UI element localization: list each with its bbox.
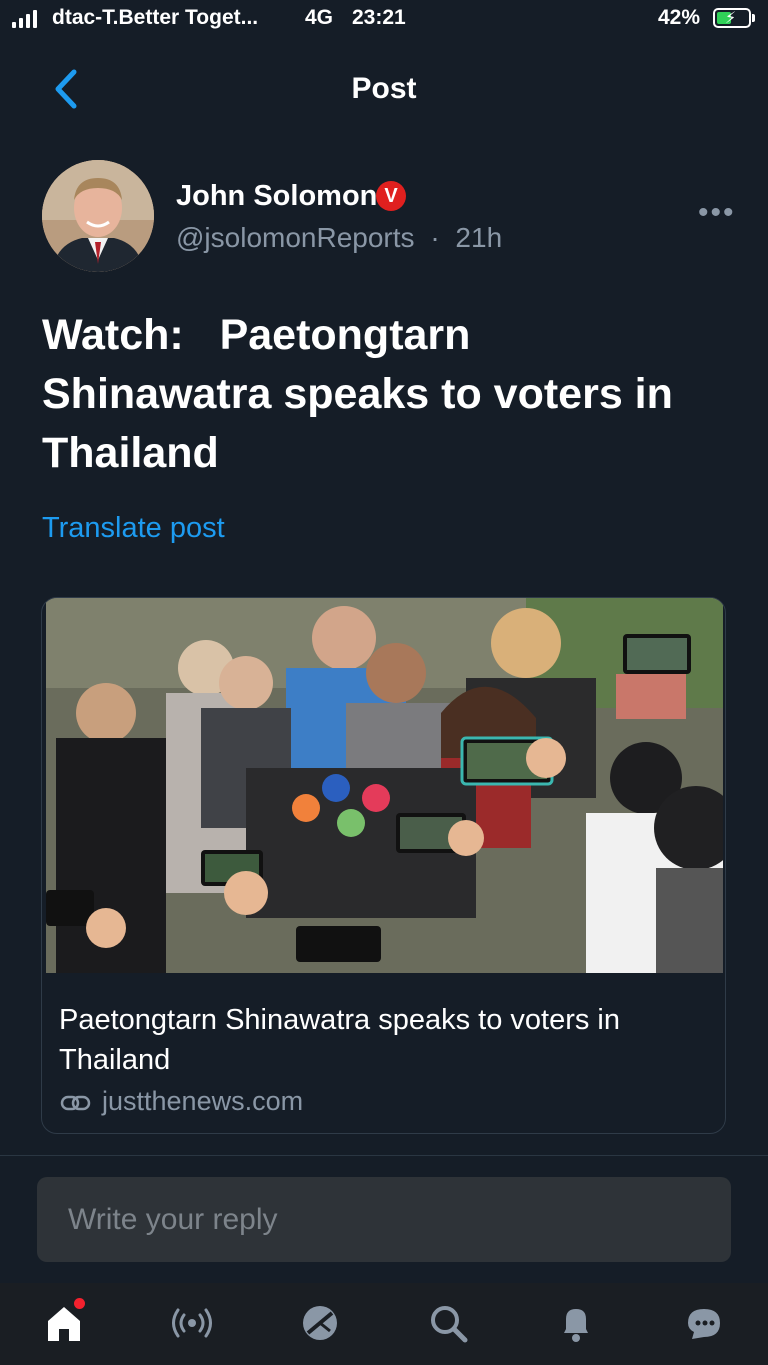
battery-percent: 42% — [658, 6, 701, 29]
author-handle[interactable]: @jsolomonReports — [176, 222, 415, 253]
avatar[interactable] — [42, 160, 154, 272]
more-options-icon[interactable]: ••• — [698, 196, 736, 230]
tab-bar — [0, 1283, 768, 1365]
verified-badge-icon: V — [376, 181, 406, 211]
status-bar: dtac-T.Better Toget... 4G 23:21 42% ⚡ — [0, 0, 768, 40]
messages-icon[interactable] — [680, 1299, 728, 1347]
author-name[interactable]: John Solomon — [176, 180, 377, 213]
page-title: Post — [351, 72, 417, 105]
post-time: 21h — [455, 222, 503, 253]
author-meta: @jsolomonReports · 21h — [176, 222, 502, 254]
clock: 23:21 — [352, 6, 406, 29]
post-text: Watch: Paetongtarn Shinawatra speaks to … — [42, 311, 673, 477]
link-icon — [60, 1095, 91, 1111]
spaces-icon[interactable] — [168, 1299, 216, 1347]
battery-nub — [752, 14, 755, 22]
card-title[interactable]: Paetongtarn Shinawatra speaks to voters … — [59, 1000, 709, 1080]
translate-post-link[interactable]: Translate post — [42, 512, 225, 545]
card-image[interactable] — [46, 598, 723, 973]
meta-separator: · — [430, 222, 440, 253]
grok-icon[interactable] — [296, 1299, 344, 1347]
divider — [0, 1155, 768, 1156]
home-notification-badge — [74, 1298, 85, 1309]
reply-input[interactable]: Write your reply — [37, 1177, 731, 1262]
link-preview-card[interactable]: Paetongtarn Shinawatra speaks to voters … — [41, 597, 726, 1134]
card-domain[interactable]: justthenews.com — [102, 1086, 303, 1117]
carrier-label: dtac-T.Better Toget... — [52, 6, 259, 29]
network-label: 4G — [305, 6, 334, 29]
search-icon[interactable] — [424, 1299, 472, 1347]
battery-icon: ⚡ — [713, 8, 751, 28]
notifications-icon[interactable] — [552, 1299, 600, 1347]
signal-icon — [12, 10, 37, 28]
